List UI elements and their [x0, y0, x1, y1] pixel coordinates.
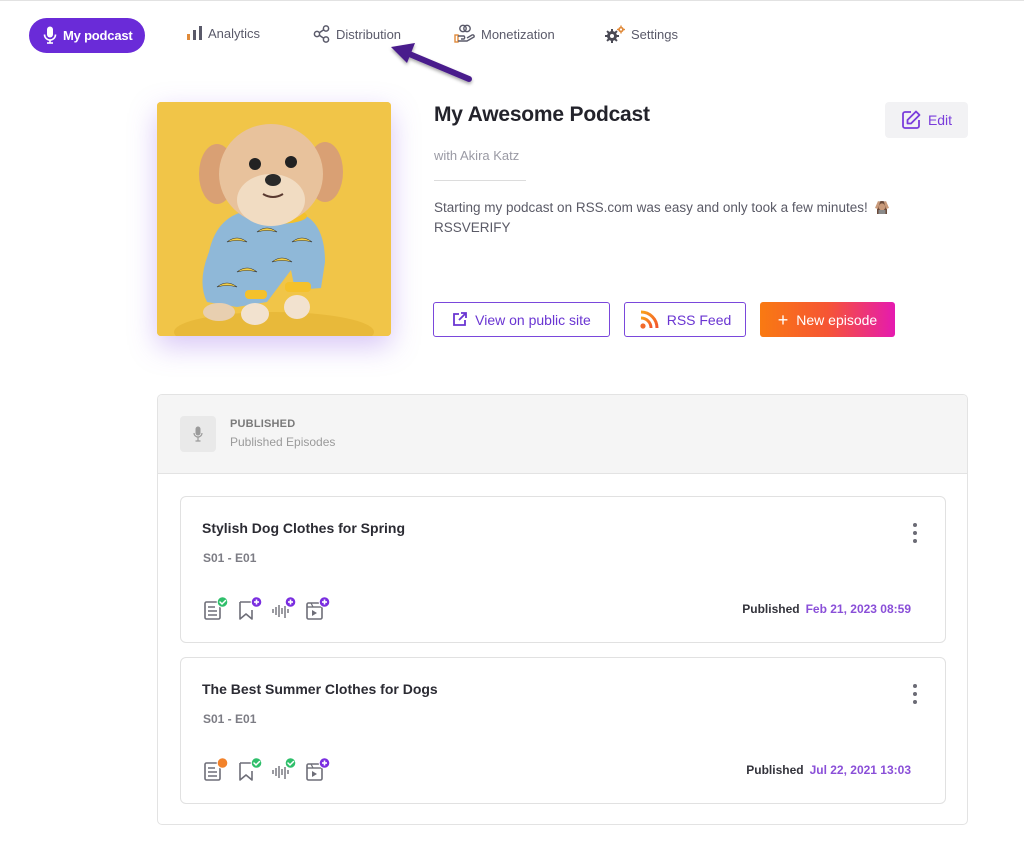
panel-title: PUBLISHED	[230, 418, 296, 430]
rss-icon	[640, 310, 659, 329]
chapters-icon[interactable]	[237, 757, 262, 782]
edit-icon	[902, 110, 921, 129]
share-icon	[313, 25, 330, 43]
nav-item-label: Settings	[631, 26, 678, 42]
nav-item-settings[interactable]: Settings	[604, 25, 678, 43]
transcript-icon[interactable]	[203, 757, 228, 782]
status-badge	[216, 596, 228, 608]
view-public-site-button[interactable]: View on public site	[433, 302, 610, 337]
new-episode-label: New episode	[796, 311, 878, 328]
panel-subtitle: Published Episodes	[230, 435, 336, 449]
status-badge	[318, 757, 330, 769]
microphone-icon	[43, 26, 57, 44]
external-link-icon	[453, 312, 468, 326]
chapters-icon[interactable]	[237, 596, 262, 621]
episode-title[interactable]: Stylish Dog Clothes for Spring	[202, 520, 405, 536]
edit-label: Edit	[927, 112, 953, 128]
plus-icon: +	[777, 309, 789, 330]
view-public-label: View on public site	[475, 311, 591, 328]
person-gesturing-icon	[875, 201, 890, 214]
nav-item-my-podcast[interactable]: My podcast	[29, 17, 145, 53]
video-icon[interactable]	[305, 596, 330, 621]
episode-number: S01 - E01	[203, 712, 257, 726]
status-badge	[318, 596, 330, 608]
published-date: Jul 22, 2021 13:03	[809, 763, 911, 777]
nav-item-label: My podcast	[63, 27, 133, 43]
gears-icon	[605, 25, 625, 43]
episode-card[interactable]: The Best Summer Clothes for Dogs S01 - E…	[180, 657, 946, 804]
published-episodes-panel: PUBLISHED Published Episodes Stylish Dog…	[157, 394, 968, 825]
status-badge	[250, 596, 262, 608]
transcript-icon[interactable]	[203, 596, 228, 621]
published-label: Published	[742, 602, 800, 616]
annotation-arrow	[391, 43, 472, 82]
status-badge	[284, 596, 296, 608]
more-options-icon[interactable]	[911, 523, 919, 543]
rss-feed-label: RSS Feed	[666, 311, 732, 328]
edit-button[interactable]: Edit	[885, 102, 968, 138]
status-badge	[284, 757, 296, 769]
title-divider	[434, 180, 526, 181]
verify-code: RSSVERIFY	[434, 220, 511, 235]
episode-feature-icons	[203, 596, 330, 621]
status-badge	[250, 757, 262, 769]
top-nav: My podcast	[29, 17, 145, 53]
bar-chart-icon	[187, 26, 202, 40]
new-episode-button[interactable]: + New episode	[760, 302, 895, 337]
episode-title[interactable]: The Best Summer Clothes for Dogs	[202, 681, 438, 697]
episode-published-info: Published Jul 22, 2021 13:03	[746, 763, 911, 777]
nav-item-label: Monetization	[481, 26, 555, 42]
podcast-author: with Akira Katz	[434, 148, 520, 163]
video-icon[interactable]	[305, 757, 330, 782]
episode-number: S01 - E01	[203, 551, 257, 565]
panel-header: PUBLISHED Published Episodes	[158, 395, 967, 474]
podcast-description: Starting my podcast on RSS.com was easy …	[434, 198, 954, 238]
episode-published-info: Published Feb 21, 2023 08:59	[742, 602, 911, 616]
panel-microphone-icon	[180, 416, 216, 452]
nav-item-analytics[interactable]: Analytics	[186, 25, 260, 41]
nav-item-label: Analytics	[208, 25, 261, 41]
description-text: Starting my podcast on RSS.com was easy …	[434, 200, 868, 215]
more-options-icon[interactable]	[911, 684, 919, 704]
audio-icon[interactable]	[271, 757, 296, 782]
episode-card[interactable]: Stylish Dog Clothes for Spring S01 - E01…	[180, 496, 946, 643]
rss-feed-button[interactable]: RSS Feed	[624, 302, 746, 337]
published-label: Published	[746, 763, 804, 777]
episode-feature-icons	[203, 757, 330, 782]
published-date: Feb 21, 2023 08:59	[805, 602, 911, 616]
audio-icon[interactable]	[271, 596, 296, 621]
podcast-cover-image	[157, 102, 391, 336]
podcast-title: My Awesome Podcast	[434, 103, 650, 126]
status-badge	[216, 757, 228, 769]
